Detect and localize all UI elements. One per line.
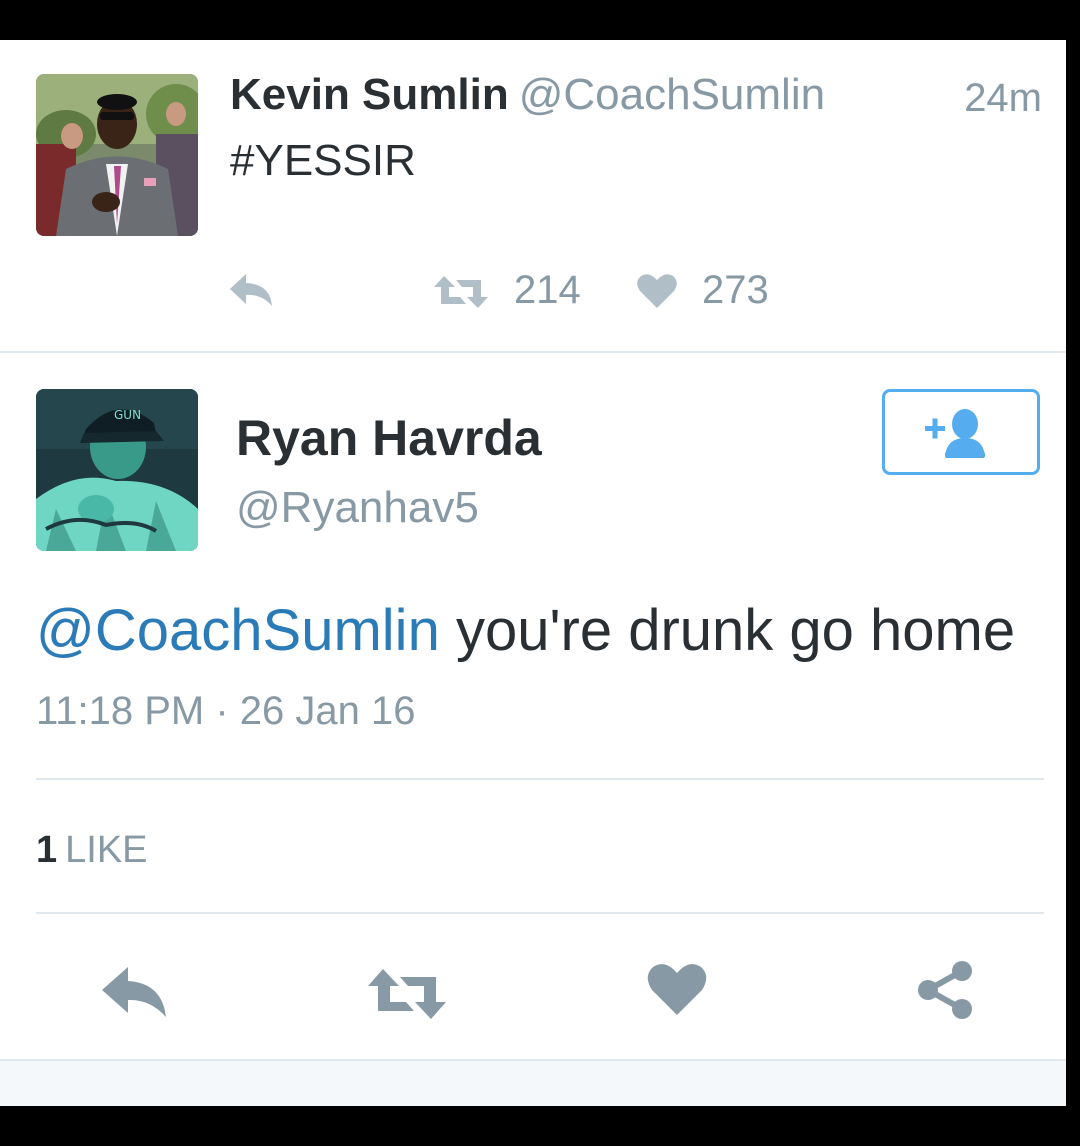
detail-tweet: GUN Ryan Havrda @Ryanhav5 @CoachSumlin y… bbox=[0, 353, 1066, 1106]
divider bbox=[36, 912, 1044, 914]
avatar-kevin-sumlin[interactable] bbox=[36, 74, 198, 236]
tweet-action-bar: 214 273 bbox=[0, 266, 1066, 316]
tweet-screen: Kevin Sumlin @CoachSumlin 24m #YESSIR 214 bbox=[0, 40, 1066, 1106]
mention-link[interactable]: @CoachSumlin bbox=[36, 598, 440, 663]
likes-label: LIKE bbox=[65, 829, 148, 871]
avatar-ryan-havrda[interactable]: GUN bbox=[36, 389, 198, 551]
detail-action-bar bbox=[0, 953, 1066, 1033]
likes-summary[interactable]: 1 LIKE bbox=[36, 829, 148, 872]
footer-area bbox=[0, 1061, 1066, 1106]
divider bbox=[36, 778, 1044, 780]
share-icon[interactable] bbox=[914, 959, 976, 1026]
author-handle[interactable]: @Ryanhav5 bbox=[236, 483, 479, 533]
heart-icon[interactable] bbox=[636, 272, 678, 315]
author-line: Kevin Sumlin @CoachSumlin bbox=[230, 70, 825, 120]
svg-text:GUN: GUN bbox=[114, 408, 141, 422]
retweet-icon[interactable] bbox=[432, 274, 490, 315]
heart-icon[interactable] bbox=[646, 961, 708, 1022]
tweet-body: you're drunk go home bbox=[439, 598, 1016, 663]
follow-user-icon bbox=[925, 409, 985, 458]
like-count: 273 bbox=[702, 268, 769, 312]
author-name[interactable]: Kevin Sumlin bbox=[230, 70, 509, 119]
follow-button[interactable] bbox=[882, 389, 1040, 475]
timeline-tweet[interactable]: Kevin Sumlin @CoachSumlin 24m #YESSIR 214 bbox=[0, 40, 1066, 352]
retweet-count: 214 bbox=[514, 268, 581, 312]
likes-count: 1 bbox=[36, 829, 58, 871]
author-handle[interactable]: @CoachSumlin bbox=[519, 70, 825, 119]
tweet-time-ago: 24m bbox=[964, 76, 1042, 120]
tweet-text: #YESSIR bbox=[230, 136, 416, 185]
author-name[interactable]: Ryan Havrda bbox=[236, 409, 542, 467]
tweet-text: @CoachSumlin you're drunk go home bbox=[36, 597, 1015, 664]
retweet-icon[interactable] bbox=[366, 967, 448, 1026]
reply-icon[interactable] bbox=[100, 965, 170, 1026]
tweet-timestamp: 11:18 PM · 26 Jan 16 bbox=[36, 689, 416, 733]
reply-icon[interactable] bbox=[228, 272, 276, 315]
